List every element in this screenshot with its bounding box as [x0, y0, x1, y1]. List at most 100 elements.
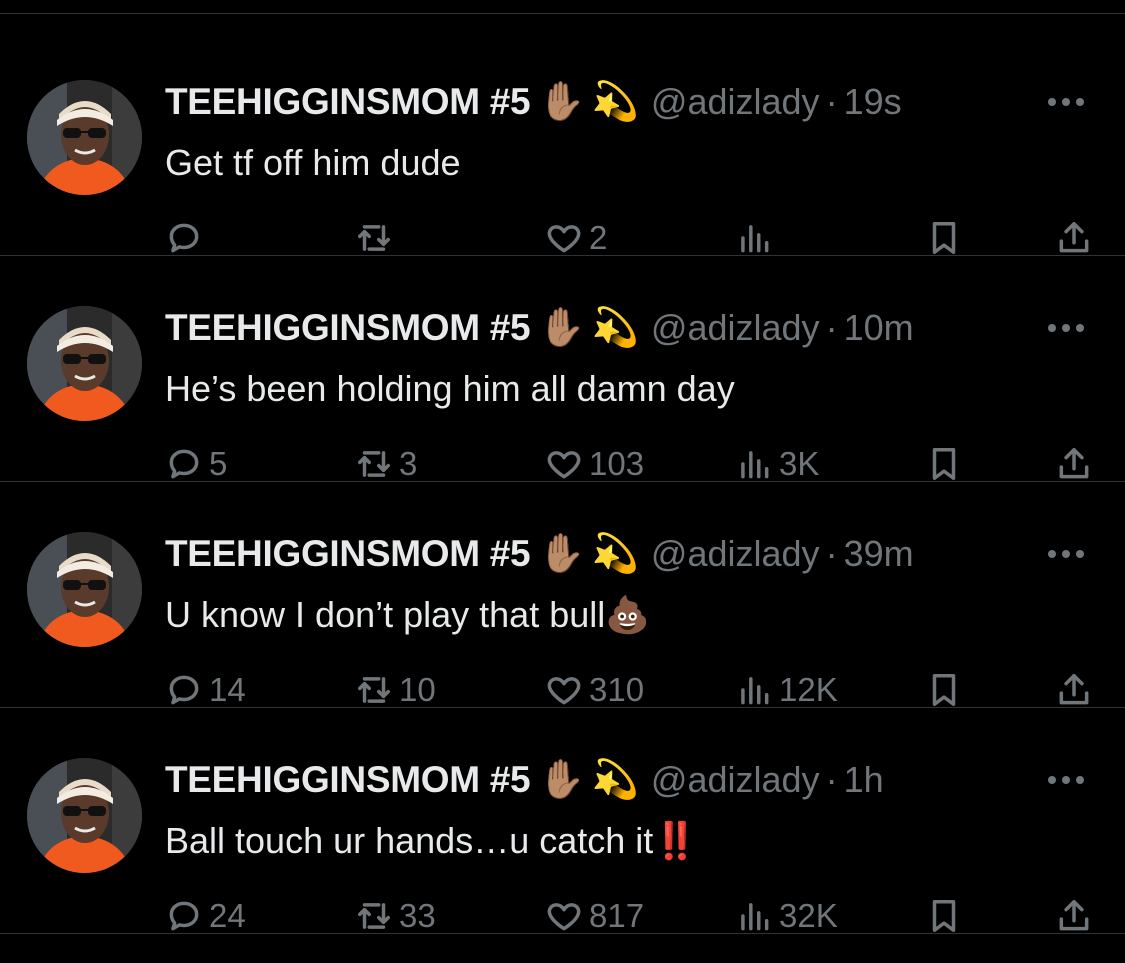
- dizzy-emoji: 💫: [591, 307, 639, 349]
- retweet-count: 3: [399, 445, 418, 482]
- avatar[interactable]: [27, 306, 142, 421]
- like-button[interactable]: 310: [545, 668, 644, 712]
- raised-hand-emoji: ✋🏽: [538, 533, 586, 575]
- dizzy-emoji: 💫: [591, 759, 639, 801]
- retweet-icon: [358, 225, 390, 251]
- tweet-header: TEEHIGGINSMOM #5 ✋🏽 💫 @adizlady · 1h: [165, 755, 884, 805]
- reply-button[interactable]: 5: [165, 442, 227, 486]
- reply-button[interactable]: [165, 216, 209, 260]
- tweet-header: TEEHIGGINSMOM #5 ✋🏽 💫 @adizlady · 39m: [165, 529, 914, 579]
- timestamp[interactable]: 19s: [844, 81, 902, 123]
- user-handle[interactable]: @adizlady: [651, 759, 820, 801]
- reply-icon: [169, 901, 199, 931]
- avatar[interactable]: [27, 80, 142, 195]
- more-icon[interactable]: [1048, 776, 1084, 784]
- bookmark-icon: [932, 900, 956, 932]
- timestamp[interactable]: 39m: [844, 533, 914, 575]
- reply-icon: [169, 449, 199, 479]
- avatar[interactable]: [27, 758, 142, 873]
- retweet-count: 33: [399, 897, 436, 934]
- like-count: 103: [589, 445, 645, 482]
- tweet[interactable]: TEEHIGGINSMOM #5 ✋🏽 💫 @adizlady · 10m He…: [0, 256, 1125, 482]
- share-button[interactable]: [1055, 894, 1093, 938]
- action-bar: 2: [0, 216, 1125, 260]
- like-count: 310: [589, 671, 645, 708]
- tweet[interactable]: TEEHIGGINSMOM #5 ✋🏽 💫 @adizlady · 19s Ge…: [0, 30, 1125, 256]
- share-icon: [1059, 448, 1089, 479]
- heart-icon: [547, 903, 581, 931]
- separator: ·: [825, 533, 838, 574]
- retweet-icon: [358, 451, 390, 477]
- like-button[interactable]: 817: [545, 894, 644, 938]
- avatar[interactable]: [27, 532, 142, 647]
- raised-hand-emoji: ✋🏽: [538, 759, 586, 801]
- view-count: 32K: [779, 897, 838, 934]
- views-button[interactable]: 12K: [735, 668, 838, 712]
- more-icon[interactable]: [1048, 324, 1084, 332]
- display-name[interactable]: TEEHIGGINSMOM #5: [165, 307, 531, 349]
- like-count: 817: [589, 897, 645, 934]
- timestamp[interactable]: 10m: [844, 307, 914, 349]
- share-button[interactable]: [1055, 216, 1093, 260]
- share-icon: [1059, 222, 1089, 253]
- bookmark-icon: [932, 448, 956, 480]
- retweet-icon: [358, 903, 390, 929]
- retweet-button[interactable]: 33: [355, 894, 436, 938]
- more-icon[interactable]: [1048, 98, 1084, 106]
- user-handle[interactable]: @adizlady: [651, 533, 820, 575]
- views-icon: [741, 903, 769, 931]
- retweet-icon: [358, 677, 390, 703]
- dizzy-emoji: 💫: [591, 81, 639, 123]
- share-button[interactable]: [1055, 442, 1093, 486]
- reply-button[interactable]: 24: [165, 894, 246, 938]
- display-name[interactable]: TEEHIGGINSMOM #5: [165, 81, 531, 123]
- bookmark-button[interactable]: [925, 216, 963, 260]
- user-handle[interactable]: @adizlady: [651, 81, 820, 123]
- bookmark-button[interactable]: [925, 442, 963, 486]
- retweet-button[interactable]: 10: [355, 668, 436, 712]
- top-divider: [0, 13, 1125, 14]
- retweet-button[interactable]: 3: [355, 442, 417, 486]
- user-handle[interactable]: @adizlady: [651, 307, 820, 349]
- tweet-text: He’s been holding him all damn day: [165, 368, 735, 409]
- reply-count: 14: [209, 671, 246, 708]
- retweet-count: 10: [399, 671, 436, 708]
- views-button[interactable]: 32K: [735, 894, 838, 938]
- bookmark-button[interactable]: [925, 894, 963, 938]
- views-button[interactable]: 3K: [735, 442, 819, 486]
- views-icon: [741, 677, 769, 705]
- bookmark-button[interactable]: [925, 668, 963, 712]
- display-name[interactable]: TEEHIGGINSMOM #5: [165, 533, 531, 575]
- reply-icon: [169, 223, 199, 253]
- raised-hand-emoji: ✋🏽: [538, 307, 586, 349]
- separator: ·: [825, 759, 838, 800]
- display-name[interactable]: TEEHIGGINSMOM #5: [165, 759, 531, 801]
- share-icon: [1059, 900, 1089, 931]
- like-button[interactable]: 2: [545, 216, 607, 260]
- reply-button[interactable]: 14: [165, 668, 246, 712]
- like-button[interactable]: 103: [545, 442, 644, 486]
- tweet[interactable]: TEEHIGGINSMOM #5 ✋🏽 💫 @adizlady · 1h Bal…: [0, 708, 1125, 934]
- share-button[interactable]: [1055, 668, 1093, 712]
- timestamp[interactable]: 1h: [844, 759, 884, 801]
- separator: ·: [825, 307, 838, 348]
- reply-icon: [169, 675, 199, 705]
- heart-icon: [547, 451, 581, 479]
- reply-count: 24: [209, 897, 246, 934]
- like-count: 2: [589, 219, 608, 256]
- tweet[interactable]: TEEHIGGINSMOM #5 ✋🏽 💫 @adizlady · 39m U …: [0, 482, 1125, 708]
- more-icon[interactable]: [1048, 550, 1084, 558]
- tweet-header: TEEHIGGINSMOM #5 ✋🏽 💫 @adizlady · 10m: [165, 303, 914, 353]
- tweet-text: Get tf off him dude: [165, 142, 461, 183]
- retweet-button[interactable]: [355, 216, 399, 260]
- tweet-text: U know I don’t play that bull💩: [165, 594, 651, 635]
- bookmark-icon: [932, 222, 956, 254]
- view-count: 3K: [779, 445, 820, 482]
- views-button[interactable]: [735, 216, 779, 260]
- separator: ·: [825, 81, 838, 122]
- heart-icon: [547, 677, 581, 705]
- tweet-text: Ball touch ur hands…u catch it‼️: [165, 820, 699, 861]
- views-icon: [741, 451, 769, 479]
- tweet-header: TEEHIGGINSMOM #5 ✋🏽 💫 @adizlady · 19s: [165, 77, 902, 127]
- raised-hand-emoji: ✋🏽: [538, 81, 586, 123]
